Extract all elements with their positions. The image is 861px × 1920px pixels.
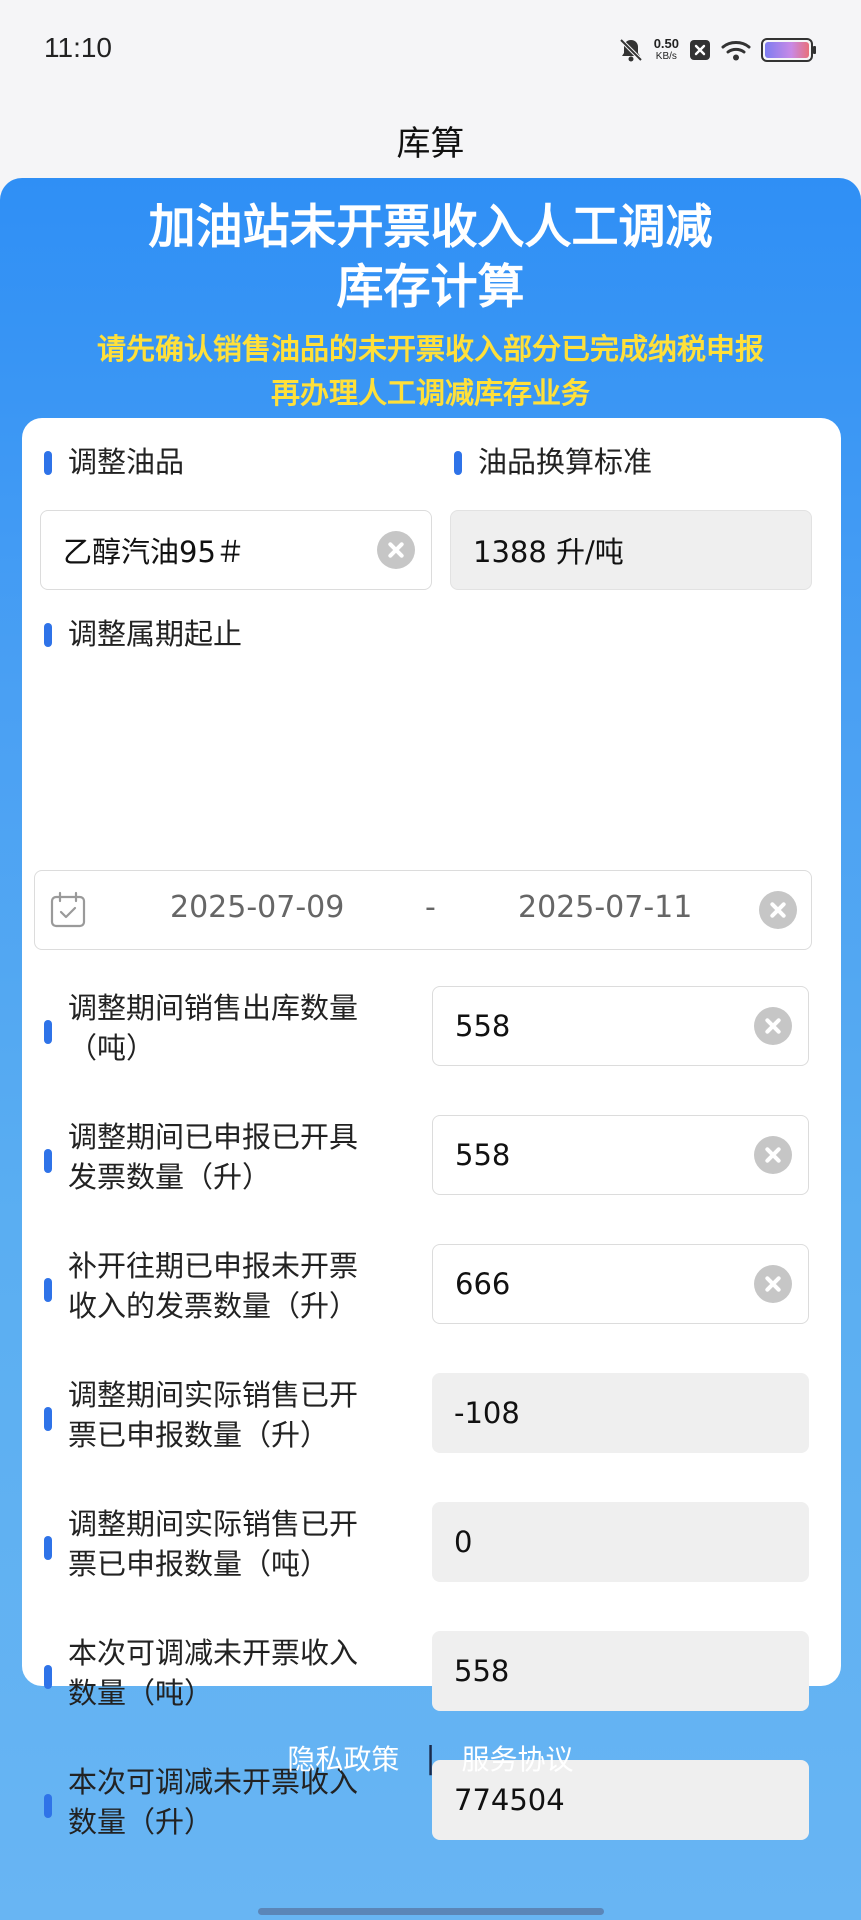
label-accent-bar [44, 1149, 52, 1173]
service-agreement-link[interactable]: 服务协议 [462, 1738, 574, 1778]
footer-divider: | [425, 1740, 436, 1776]
label-accent-bar [44, 1278, 52, 1302]
nav-bar: 库算 [0, 100, 861, 180]
conversion-label: 油品换算标准 [454, 442, 652, 482]
clear-icon[interactable] [377, 531, 415, 569]
field-value: 558 [455, 1009, 511, 1043]
actual-sales-liters-field: -108 [432, 1373, 809, 1453]
banner-note-line2: 再办理人工调减库存业务 [270, 376, 590, 410]
conversion-field: 1388 升/吨 [450, 510, 812, 590]
wifi-icon [721, 41, 751, 61]
calendar-icon [50, 891, 86, 928]
status-icons: 0.50 KB/s [618, 34, 817, 66]
row-label: 本次可调减未开票收入 数量（吨） [44, 1633, 358, 1713]
banner-title-line1: 加油站未开票收入人工调减 [148, 200, 713, 255]
label-accent-bar [44, 623, 52, 647]
period-start[interactable]: 2025-07-09 [170, 890, 344, 925]
main-panel: 加油站未开票收入人工调减 库存计算 请先确认销售油品的未开票收入部分已完成纳税申… [0, 178, 861, 1920]
footer-links: 隐私政策 | 服务协议 [0, 1738, 861, 1778]
label-accent-bar [44, 1665, 52, 1689]
home-indicator[interactable] [258, 1908, 604, 1915]
row-label: 调整期间销售出库数量 （吨） [44, 988, 358, 1068]
label-accent-bar [454, 451, 462, 475]
net-speed: 0.50 KB/s [654, 37, 679, 63]
privacy-policy-link[interactable]: 隐私政策 [287, 1738, 399, 1778]
row-label: 调整期间实际销售已开 票已申报数量（升） [44, 1375, 358, 1455]
label-accent-bar [44, 451, 52, 475]
net-speed-unit: KB/s [655, 51, 677, 62]
field-value: 558 [454, 1654, 510, 1688]
period-label: 调整属期起止 [44, 614, 242, 654]
status-bar: 11:10 0.50 KB/s [0, 0, 861, 100]
label-accent-bar [44, 1536, 52, 1560]
field-value: 558 [455, 1138, 511, 1172]
label-accent-bar [44, 1794, 52, 1818]
field-value: 666 [455, 1267, 511, 1301]
sales-out-tons-input[interactable]: 558 [432, 986, 809, 1066]
banner-title-line2: 库存计算 [336, 260, 525, 315]
period-end[interactable]: 2025-07-11 [518, 890, 692, 925]
status-time: 11:10 [44, 32, 112, 63]
clear-icon[interactable] [754, 1265, 792, 1303]
oil-select[interactable]: 乙醇汽油95＃ [40, 510, 432, 590]
conversion-value: 1388 升/吨 [473, 535, 624, 569]
row-label: 补开往期已申报未开票 收入的发票数量（升） [44, 1246, 358, 1326]
period-separator: - [425, 890, 436, 925]
date-range-picker[interactable]: 2025-07-09 - 2025-07-11 [34, 870, 812, 950]
row-label: 调整期间实际销售已开 票已申报数量（吨） [44, 1504, 358, 1584]
close-box-icon [690, 40, 710, 60]
row-label: 调整期间已申报已开具 发票数量（升） [44, 1117, 358, 1197]
clear-icon[interactable] [759, 891, 797, 929]
field-value: 774504 [454, 1783, 565, 1817]
label-accent-bar [44, 1020, 52, 1044]
label-accent-bar [44, 1407, 52, 1431]
field-value: -108 [454, 1396, 520, 1430]
bell-muted-icon [619, 38, 643, 62]
field-value: 0 [454, 1525, 473, 1559]
clear-icon[interactable] [754, 1136, 792, 1174]
banner-note-line1: 请先确认销售油品的未开票收入部分已完成纳税申报 [96, 332, 764, 366]
clear-icon[interactable] [754, 1007, 792, 1045]
actual-sales-tons-field: 0 [432, 1502, 809, 1582]
supplementary-invoice-liters-input[interactable]: 666 [432, 1244, 809, 1324]
oil-label: 调整油品 [44, 442, 184, 482]
invoiced-liters-input[interactable]: 558 [432, 1115, 809, 1195]
page-title: 库算 [396, 123, 465, 164]
net-speed-value: 0.50 [653, 36, 679, 51]
form-card: 调整油品 乙醇汽油95＃ 油品换算标准 1388 升/吨 调整属期起止 2025… [22, 418, 841, 1840]
oil-value: 乙醇汽油95＃ [63, 535, 245, 569]
battery-icon [761, 38, 816, 62]
reducible-tons-field: 558 [432, 1631, 809, 1711]
